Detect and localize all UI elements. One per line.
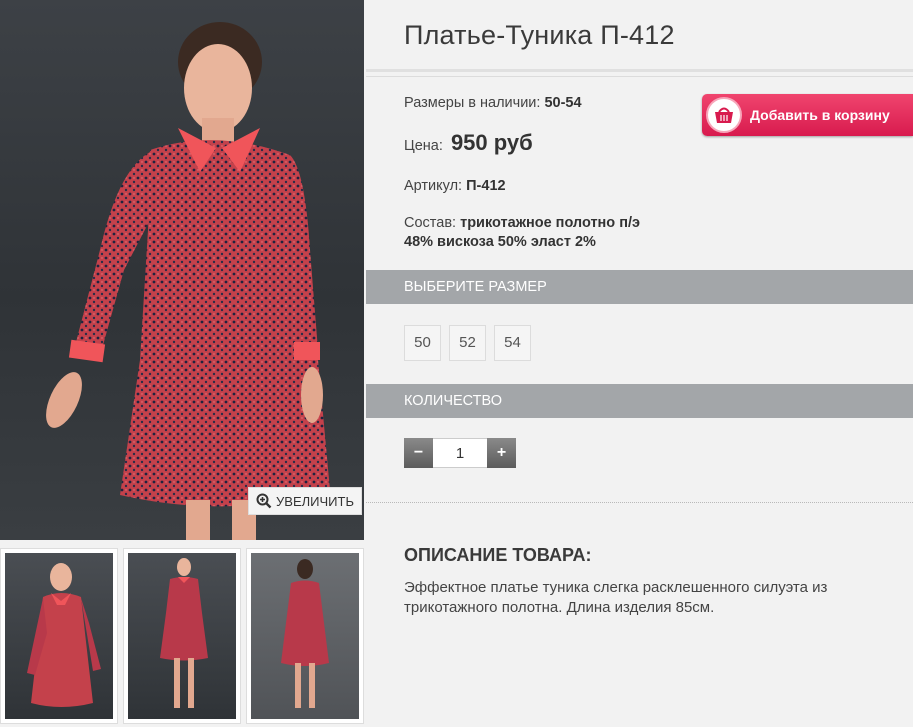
thumbnail-strip [0,548,364,724]
sizes-value: 50-54 [544,95,582,111]
description-text: Эффектное платье туника слегка расклешен… [404,579,828,616]
size-section-heading: ВЫБЕРИТЕ РАЗМЕР [366,270,913,304]
quantity-section-heading: КОЛИЧЕСТВО [366,384,913,418]
zoom-button[interactable]: УВЕЛИЧИТЬ [248,487,362,515]
composition: Состав: трикотажное полотно п/э 48% виск… [404,214,640,252]
price: Цена: 950 руб [404,130,533,156]
model-in-dress-image [46,22,330,540]
thumbnail-front[interactable] [0,548,118,724]
size-option-52[interactable]: 52 [449,325,486,361]
divider [366,502,913,503]
composition-value-2: 48% вискоза 50% эласт 2% [404,234,596,250]
title-bar: Платье-Туника П-412 [366,0,913,77]
magnifier-plus-icon [256,493,272,509]
add-to-cart-label: Добавить в корзину [750,107,890,123]
thumbnail-image [27,563,101,707]
basket-icon [715,107,733,123]
product-details: Платье-Туника П-412 Размеры в наличии: 5… [366,0,913,727]
quantity-increase-button[interactable]: + [487,438,516,468]
quantity-input[interactable] [433,438,487,468]
composition-value-1: трикотажное полотно п/э [460,215,640,231]
sizes-label: Размеры в наличии: [404,95,541,111]
quantity-decrease-button[interactable]: − [404,438,433,468]
thumbnail-image [160,558,208,708]
article: Артикул: П-412 [404,178,506,194]
article-label: Артикул: [404,178,463,194]
description-heading: ОПИСАНИЕ ТОВАРА: [404,545,592,565]
thumbnail-back[interactable] [246,548,364,724]
price-value: 950 руб [450,130,533,155]
size-option-50[interactable]: 50 [404,325,441,361]
sizes-available: Размеры в наличии: 50-54 [404,95,582,111]
product-main-photo[interactable]: УВЕЛИЧИТЬ [0,0,364,540]
zoom-button-label: УВЕЛИЧИТЬ [276,493,354,509]
size-option-54[interactable]: 54 [494,325,531,361]
page-title: Платье-Туника П-412 [404,20,675,50]
quantity-stepper: − + [404,438,516,468]
article-value: П-412 [466,178,506,194]
basket-icon-wrap [706,97,742,133]
price-label: Цена: [404,138,443,154]
add-to-cart-button[interactable]: Добавить в корзину [702,94,913,136]
composition-label: Состав: [404,215,457,231]
thumbnail-image [281,559,329,708]
thumbnail-full-length[interactable] [123,548,241,724]
